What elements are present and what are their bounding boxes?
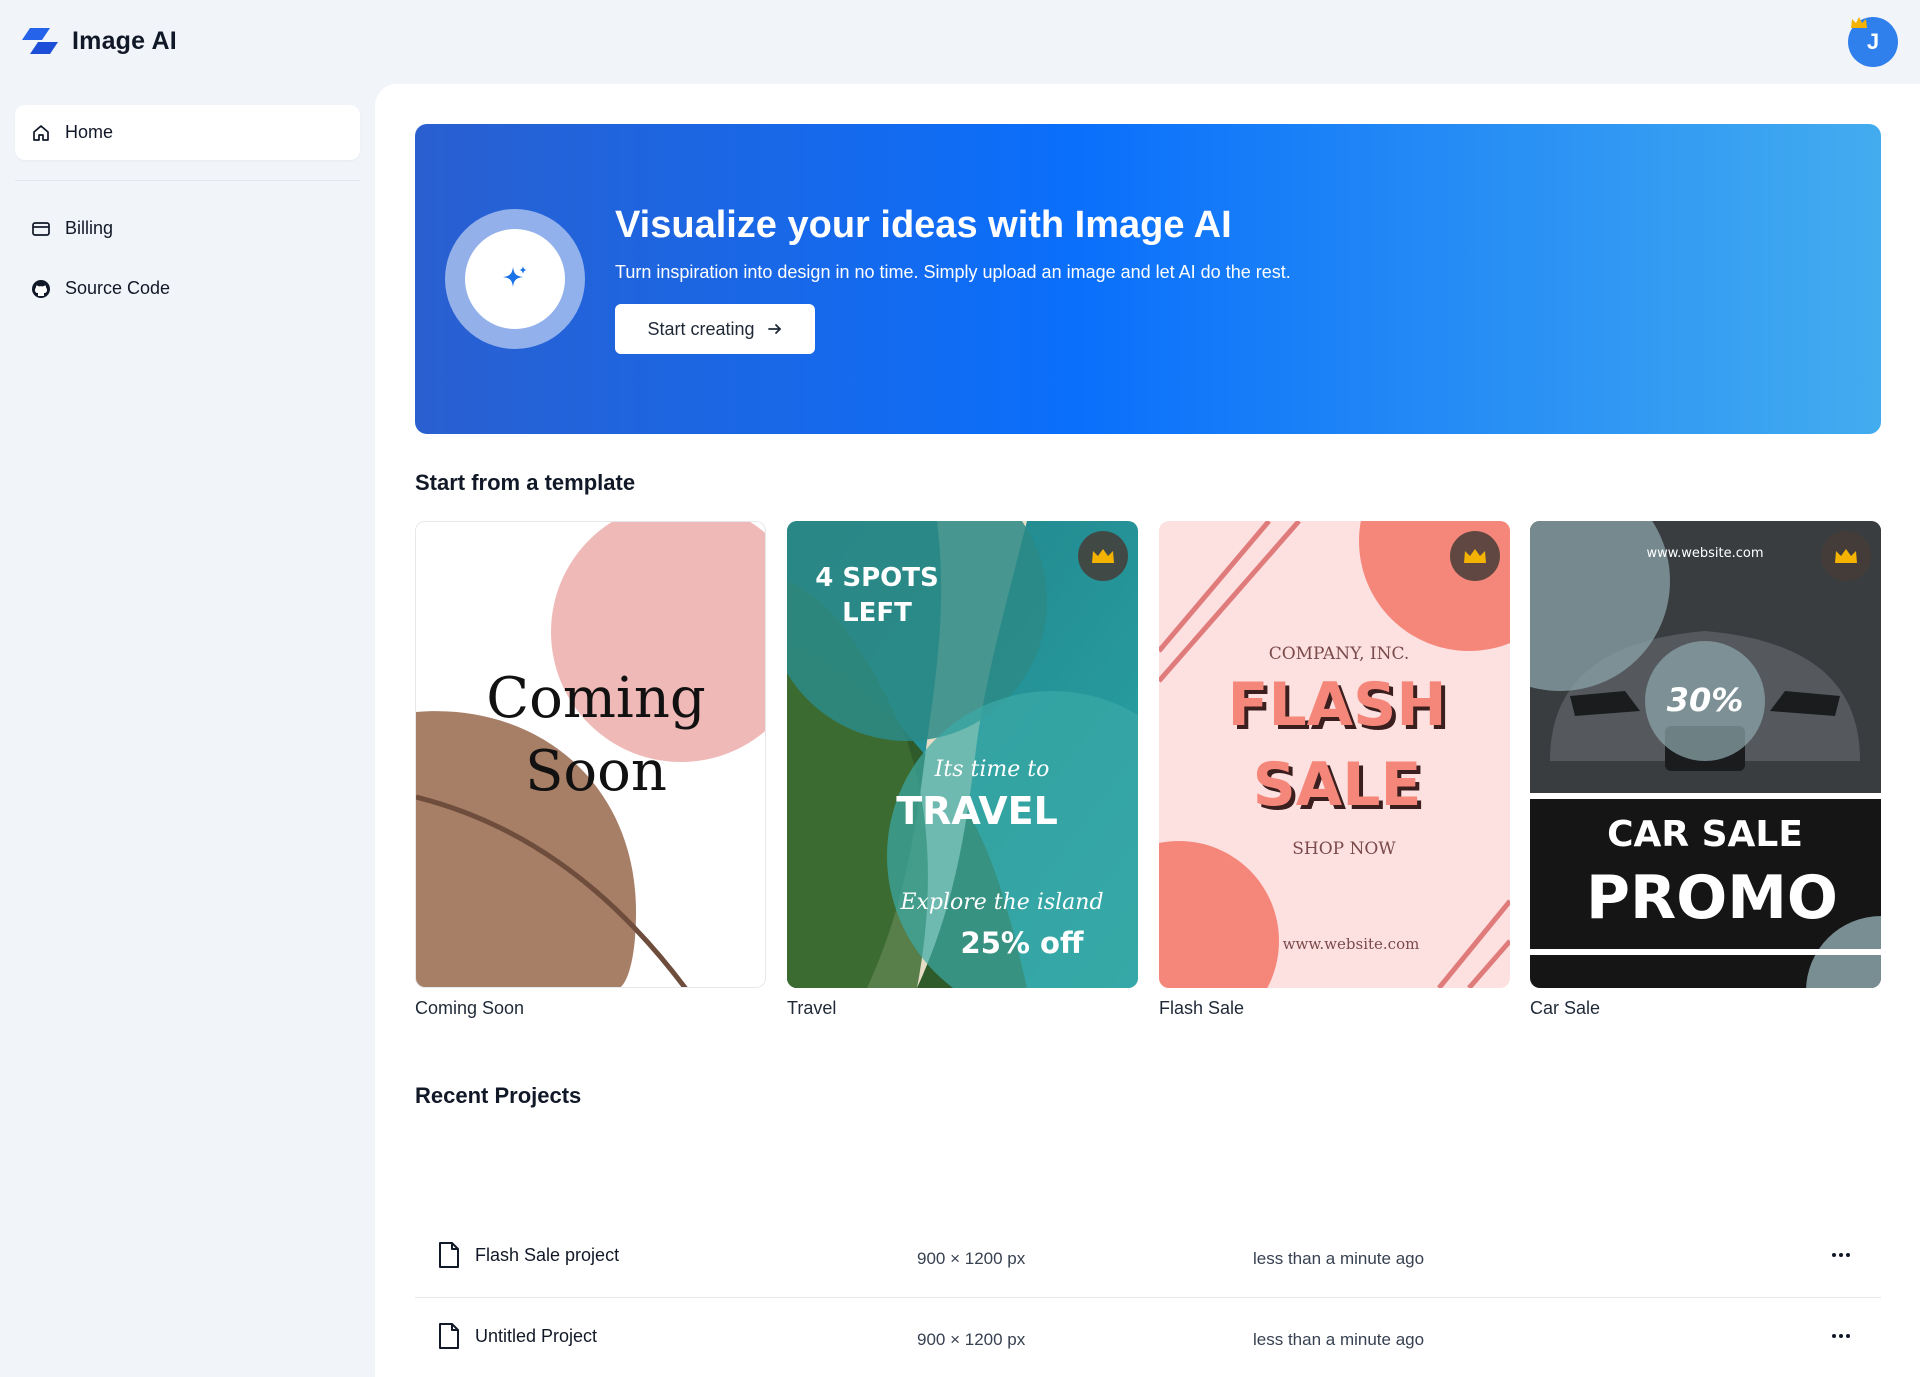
template-label: Coming Soon	[415, 998, 525, 1018]
app-logo[interactable]: Image AI	[20, 26, 177, 56]
dot	[1832, 1334, 1836, 1338]
template-label: Travel	[787, 998, 837, 1018]
file-icon	[439, 1323, 459, 1349]
premium-badge	[1078, 531, 1128, 581]
sidebar-item-label: Source Code	[65, 278, 171, 298]
dot	[1832, 1253, 1836, 1257]
app-title: Image AI	[72, 26, 177, 55]
sidebar-item-home[interactable]: Home	[15, 105, 360, 160]
coming-soon-line-1: Coming	[486, 666, 706, 731]
recent-projects-title: Recent Projects	[415, 1083, 582, 1108]
flash-website: www.website.com	[1283, 935, 1420, 953]
start-creating-label: Start creating	[647, 318, 755, 339]
sidebar-item-label: Billing	[65, 218, 114, 238]
flash-word: FLASH	[1227, 670, 1446, 740]
dot	[1839, 1253, 1843, 1257]
project-time: less than a minute ago	[1253, 1249, 1425, 1268]
file-icon	[439, 1242, 459, 1268]
sidebar-item-source-code[interactable]: Source Code	[15, 261, 360, 316]
crown-icon	[1464, 549, 1486, 563]
template-card-car-sale[interactable]: www.website.com 30% CAR SALE PROMO	[1530, 521, 1881, 988]
crown-icon	[1835, 549, 1857, 563]
travel-title: TRAVEL	[896, 789, 1058, 833]
sidebar: Home Billing Source Code	[0, 84, 375, 1377]
car-percent: 30%	[1667, 681, 1744, 719]
travel-explore: Explore the island	[899, 890, 1103, 915]
travel-discount: 25% off	[961, 926, 1084, 960]
sidebar-item-label: Home	[65, 122, 114, 142]
template-label: Flash Sale	[1159, 998, 1245, 1018]
flash-shop-now: SHOP NOW	[1292, 839, 1396, 859]
dot	[1846, 1334, 1850, 1338]
hero-title: Visualize your ideas with Image AI	[615, 204, 1232, 246]
car-promo: PROMO	[1586, 863, 1838, 933]
dot	[1846, 1253, 1850, 1257]
project-size: 900 × 1200 px	[917, 1330, 1026, 1349]
hero-subtitle: Turn inspiration into design in no time.…	[615, 262, 1291, 282]
home-icon	[33, 124, 49, 141]
premium-badge	[1450, 531, 1500, 581]
start-creating-button[interactable]: Start creating	[615, 304, 815, 354]
logo-icon	[22, 28, 58, 54]
arrow-right-icon	[767, 324, 781, 334]
hero-icon-circle	[465, 229, 565, 329]
more-options-button[interactable]	[1827, 1245, 1855, 1265]
travel-tagline: Its time to	[934, 757, 1050, 782]
sidebar-item-billing[interactable]: Billing	[15, 201, 360, 256]
coming-soon-artwork: Coming Soon	[416, 522, 765, 987]
travel-spots-line-2: LEFT	[842, 598, 912, 628]
template-card-coming-soon[interactable]: Coming Soon	[415, 521, 766, 988]
sale-word: SALE	[1253, 750, 1422, 820]
project-row-untitled[interactable]: Untitled Project 900 × 1200 px less than…	[415, 1298, 1881, 1377]
crown-icon	[1851, 17, 1867, 28]
sidebar-divider	[15, 180, 360, 181]
travel-spots-line-1: 4 SPOTS	[815, 563, 939, 593]
project-name: Untitled Project	[475, 1326, 598, 1346]
car-sale-title: CAR SALE	[1607, 814, 1803, 855]
top-bar: Image AI J	[0, 0, 1920, 84]
user-avatar-button[interactable]: J	[1848, 17, 1900, 69]
crown-icon	[1092, 549, 1114, 563]
coming-soon-line-2: Soon	[525, 739, 667, 804]
dot	[1839, 1334, 1843, 1338]
project-size: 900 × 1200 px	[917, 1249, 1026, 1268]
hero-banner: Visualize your ideas with Image AI Turn …	[415, 124, 1881, 434]
flash-company: COMPANY, INC.	[1269, 644, 1410, 664]
flash-sale-artwork: COMPANY, INC. FLASH FLASH SALE SALE SHOP…	[1159, 521, 1510, 988]
github-icon	[32, 279, 50, 298]
travel-artwork: 4 SPOTS LEFT Its time to TRAVEL Explore …	[787, 521, 1138, 988]
sparkles-icon	[503, 266, 527, 287]
car-sale-artwork: www.website.com 30% CAR SALE PROMO	[1530, 521, 1881, 988]
premium-badge	[1821, 531, 1871, 581]
credit-card-icon	[32, 221, 50, 236]
project-time: less than a minute ago	[1253, 1330, 1425, 1349]
car-website: www.website.com	[1646, 546, 1763, 561]
template-label: Car Sale	[1530, 998, 1601, 1018]
template-card-flash-sale[interactable]: COMPANY, INC. FLASH FLASH SALE SALE SHOP…	[1159, 521, 1510, 988]
more-options-button[interactable]	[1827, 1326, 1855, 1346]
template-card-travel[interactable]: 4 SPOTS LEFT Its time to TRAVEL Explore …	[787, 521, 1138, 988]
main-panel: Visualize your ideas with Image AI Turn …	[375, 84, 1920, 1377]
hero-icon-ring	[445, 209, 585, 349]
project-row-flash-sale[interactable]: Flash Sale project 900 × 1200 px less th…	[415, 1217, 1881, 1297]
templates-section-title: Start from a template	[415, 470, 636, 495]
project-name: Flash Sale project	[475, 1245, 620, 1265]
